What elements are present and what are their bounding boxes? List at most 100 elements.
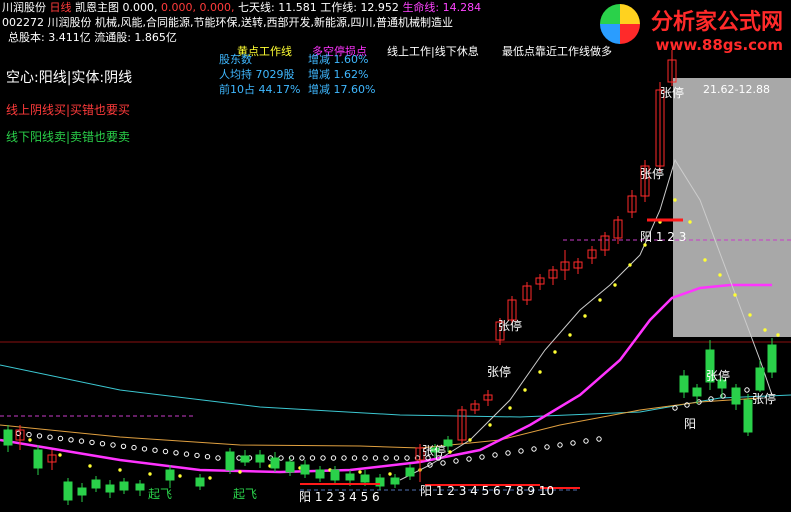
chart-annotation: 阳 1 2 3 4 5 6 (299, 490, 380, 504)
param-value: 0.000, (161, 1, 196, 14)
watermark-title: 分析家公式网 (650, 10, 783, 35)
work-line-dot (538, 370, 542, 374)
buy-rule: 线上阴线买|买错也要买 (6, 103, 131, 117)
work-line-value: 12.952 (360, 1, 399, 14)
stop-loss-dot (320, 455, 326, 461)
stop-loss-dot (57, 435, 64, 442)
stop-loss-dot (99, 441, 106, 447)
stop-loss-dot (383, 455, 389, 461)
work-line-dot (118, 468, 122, 472)
stop-loss-dot (492, 452, 498, 458)
candle-body (91, 479, 101, 489)
candle-body (743, 399, 753, 433)
chart-annotation: 张停 (422, 443, 446, 458)
price-range-label: 21.62-12.88 (703, 83, 770, 96)
work-line-dot (748, 313, 752, 317)
stop-loss-dot (131, 444, 137, 451)
share-capital: 总股本: 3.411亿 流通股: 1.865亿 (8, 31, 177, 44)
stop-loss-dot (215, 455, 221, 461)
stop-loss-dot (120, 443, 127, 449)
indicator-name: 凯恩主图 (75, 1, 119, 14)
candle-body (270, 457, 280, 469)
candle-body (345, 473, 355, 481)
seven-line-value: 11.581 (278, 1, 317, 14)
stop-loss-dot (152, 447, 158, 453)
candle-body (360, 474, 370, 483)
chg-label: 增减 (308, 68, 330, 81)
candle-body (33, 449, 43, 469)
stop-loss-dot (110, 442, 116, 448)
stop-loss-dot (453, 458, 459, 464)
candle-body (767, 344, 777, 373)
work-line-dot (388, 472, 392, 476)
avg-hold-value: 7029股 (255, 68, 295, 81)
price-range-box (673, 78, 791, 337)
candle-body (225, 451, 235, 471)
work-line-dot (718, 273, 722, 277)
work-line-dot (703, 258, 707, 262)
work-line-dot (178, 474, 182, 478)
stop-loss-dot (194, 452, 200, 459)
stop-loss-dot (557, 442, 563, 448)
chart-annotation: 张停 (487, 364, 511, 379)
stop-loss-dot (362, 455, 368, 461)
stop-loss-dot (162, 448, 169, 455)
stop-loss-dot (26, 431, 32, 438)
sell-rule: 线下阳线卖|卖错也要卖 (6, 130, 131, 144)
chg-label: 增减 (308, 53, 330, 66)
stock-info: 002272 川润股份 机械,风能,合同能源,节能环保,送转,西部开发,新能源,… (2, 16, 453, 29)
work-line-dot (208, 476, 212, 480)
stop-loss-dot (141, 446, 148, 452)
stop-loss-dot (596, 436, 602, 442)
stats-row: 人均持 7029股 (219, 69, 295, 80)
stop-loss-dot (479, 454, 485, 460)
indicator-header: 川润股份 日线 凯恩主图 0.000, 0.000, 0.000, 七天线: 1… (2, 2, 481, 13)
period-label[interactable]: 日线 (50, 1, 72, 14)
stop-loss-dot (78, 438, 85, 444)
candle-body (755, 367, 765, 391)
stop-loss-dot (531, 446, 537, 452)
top10-label: 前10占 (219, 83, 255, 96)
stop-loss-dot (583, 438, 589, 444)
life-line-value: 14.284 (442, 1, 482, 14)
candle-body (731, 387, 741, 405)
stop-loss-dot (372, 455, 379, 461)
stop-loss-dot (570, 440, 576, 446)
mid-ma-line (0, 397, 761, 449)
top10-value: 44.17% (258, 83, 301, 96)
stop-loss-dot (173, 450, 179, 456)
watermark-url: www.88gs.com (655, 36, 783, 54)
chart-annotation: 张停 (640, 166, 664, 181)
seven-line-label: 七天线: (238, 1, 275, 14)
stats-row: 股东数 (219, 54, 252, 65)
candle-body (119, 481, 129, 491)
stop-loss-dot (466, 456, 472, 462)
stop-loss-dot (36, 433, 43, 439)
candle-body (135, 483, 145, 491)
chart-annotation: 阳 (684, 417, 696, 431)
stop-loss-dot (309, 455, 316, 461)
work-line-dot (28, 438, 32, 442)
candle-body (165, 469, 175, 481)
chart-annotation: 张停 (706, 368, 730, 383)
tab-low-near-work[interactable]: 最低点靠近工作线做多 (502, 46, 612, 57)
stop-loss-dot (47, 434, 53, 440)
candle-body (330, 469, 340, 481)
stop-loss-dot (183, 451, 190, 457)
stop-loss-dot (393, 455, 400, 461)
avg-hold-label: 人均持 (219, 68, 252, 81)
work-line-dot (508, 406, 512, 410)
candle-body (63, 481, 73, 501)
work-line-dot (673, 198, 677, 202)
watermark: 分析家公式网 www.88gs.com (651, 4, 783, 54)
candle-body (405, 467, 415, 477)
candle-body (692, 387, 702, 397)
candle-body (390, 477, 400, 485)
tab-work-rest[interactable]: 线上工作|线下休息 (387, 46, 479, 57)
chg-value: 17.60% (333, 83, 376, 96)
work-line-dot (88, 464, 92, 468)
candle-body (3, 429, 13, 446)
stop-loss-dot (440, 460, 446, 466)
work-line-dot (583, 314, 587, 318)
work-line-dot (688, 220, 692, 224)
